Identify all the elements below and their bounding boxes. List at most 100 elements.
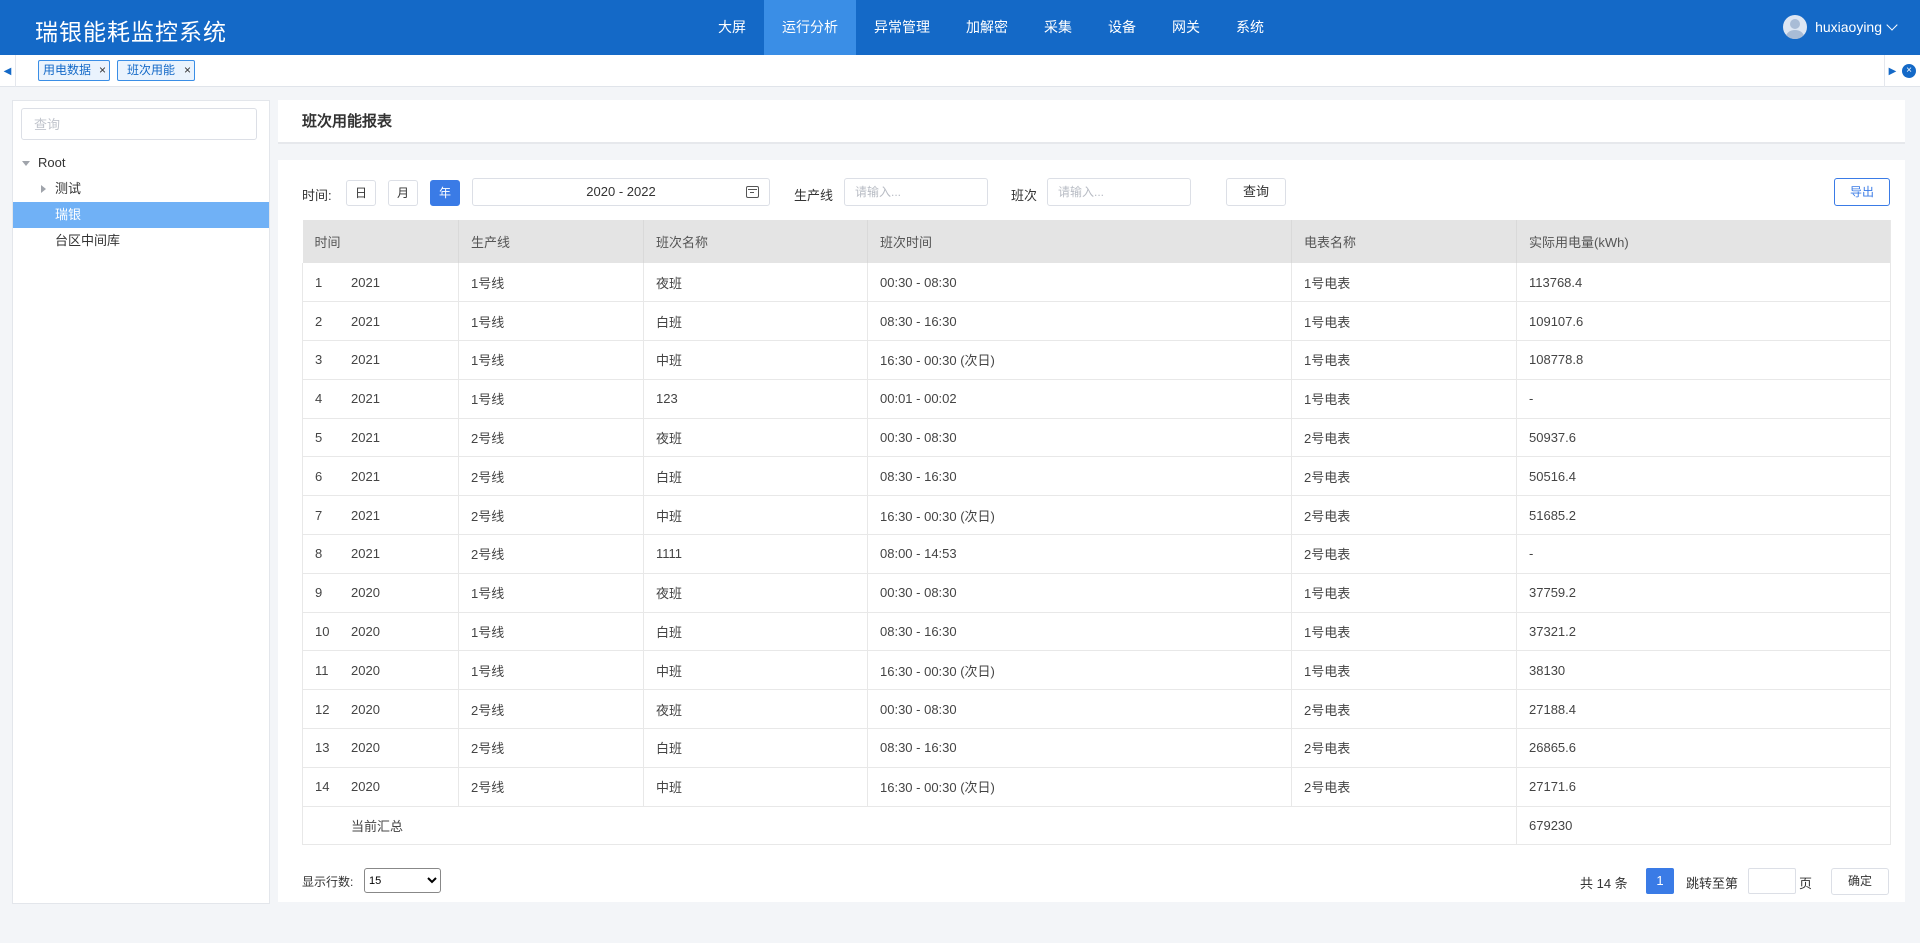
avatar[interactable] bbox=[1783, 15, 1808, 39]
column-header[interactable]: 班次时间 bbox=[867, 220, 1292, 263]
date-range-value[interactable]: 2020 - 2022 bbox=[586, 184, 655, 199]
jump-page-input[interactable] bbox=[1748, 868, 1796, 894]
column-header[interactable]: 生产线 bbox=[458, 220, 644, 263]
page-1-button[interactable]: 1 bbox=[1646, 868, 1674, 894]
cell-shift-time: 16:30 - 00:30 (次日) bbox=[867, 495, 1292, 536]
nav-item-3[interactable]: 加解密 bbox=[948, 0, 1026, 55]
user-menu[interactable]: huxiaoying bbox=[1783, 15, 1898, 39]
row-index: 8 bbox=[315, 546, 323, 562]
calendar-icon[interactable] bbox=[746, 186, 759, 198]
table-row[interactable]: 10 2020 1号线 白班 08:30 - 16:30 1号电表 37321.2 bbox=[302, 612, 1891, 652]
cell-line: 1号线 bbox=[458, 650, 644, 691]
tree-search-input[interactable] bbox=[21, 108, 257, 140]
tab-label[interactable]: 班次用能 bbox=[127, 63, 175, 77]
cell-usage: 38130 bbox=[1516, 650, 1891, 691]
tree-node-label[interactable]: 台区中间库 bbox=[55, 228, 120, 254]
period-day-button[interactable]: 日 bbox=[346, 180, 376, 206]
cell-time: 14 2020 bbox=[302, 767, 459, 807]
table-row[interactable]: 14 2020 2号线 中班 16:30 - 00:30 (次日) 2号电表 27171.6 bbox=[302, 767, 1891, 807]
row-year: 2020 bbox=[351, 624, 380, 640]
tab-scroll-left-icon[interactable]: ◀ bbox=[0, 55, 16, 87]
nav-item-5[interactable]: 设备 bbox=[1090, 0, 1154, 55]
rows-per-page-select[interactable]: 15 bbox=[364, 868, 441, 893]
table-row[interactable]: 8 2021 2号线 1111 08:00 - 14:53 2号电表 - bbox=[302, 534, 1891, 574]
column-header[interactable]: 时间 bbox=[302, 220, 459, 263]
nav-item-0[interactable]: 大屏 bbox=[700, 0, 764, 55]
nav-item-2[interactable]: 异常管理 bbox=[856, 0, 948, 55]
table-row[interactable]: 13 2020 2号线 白班 08:30 - 16:30 2号电表 26865.6 bbox=[302, 728, 1891, 768]
cell-time: 12 2020 bbox=[302, 689, 459, 730]
cell-shift-time: 00:30 - 08:30 bbox=[867, 418, 1292, 458]
column-header[interactable]: 班次名称 bbox=[643, 220, 868, 263]
chevron-down-icon[interactable] bbox=[1886, 19, 1898, 31]
tab-power-data[interactable]: 用电数据 × bbox=[38, 60, 110, 81]
tab-shift-energy[interactable]: 班次用能 × bbox=[117, 60, 195, 81]
tree-node-root[interactable]: Root bbox=[13, 150, 269, 176]
caret-right-icon[interactable] bbox=[41, 185, 46, 193]
cell-line: 1号线 bbox=[458, 379, 644, 419]
cell-meter: 1号电表 bbox=[1291, 301, 1517, 342]
period-month-button[interactable]: 月 bbox=[388, 180, 418, 206]
table-row[interactable]: 1 2021 1号线 夜班 00:30 - 08:30 1号电表 113768.4 bbox=[302, 263, 1891, 303]
row-year: 2020 bbox=[351, 740, 380, 756]
close-all-tabs-icon[interactable]: × bbox=[1902, 64, 1916, 78]
username[interactable]: huxiaoying bbox=[1815, 19, 1882, 35]
close-icon[interactable]: × bbox=[99, 61, 106, 80]
cell-shift: 白班 bbox=[643, 728, 868, 768]
cell-shift: 夜班 bbox=[643, 263, 868, 303]
summary-row: 当前汇总 679230 bbox=[302, 806, 1891, 846]
table-row[interactable]: 12 2020 2号线 夜班 00:30 - 08:30 2号电表 27188.4 bbox=[302, 689, 1891, 730]
cell-shift: 中班 bbox=[643, 767, 868, 807]
table-row[interactable]: 2 2021 1号线 白班 08:30 - 16:30 1号电表 109107.6 bbox=[302, 301, 1891, 342]
nav-item-6[interactable]: 网关 bbox=[1154, 0, 1218, 55]
tab-scroll-right-icon[interactable]: ▶ bbox=[1884, 55, 1900, 87]
cell-time: 8 2021 bbox=[302, 534, 459, 574]
tree-node-middle-db[interactable]: 台区中间库 bbox=[13, 228, 269, 254]
table-row[interactable]: 11 2020 1号线 中班 16:30 - 00:30 (次日) 1号电表 38130 bbox=[302, 650, 1891, 691]
page-title: 班次用能报表 bbox=[302, 113, 393, 130]
cell-shift: 夜班 bbox=[643, 418, 868, 458]
tree-node-label[interactable]: Root bbox=[38, 150, 65, 176]
report-panel: 时间: 日 月 年 2020 - 2022 生产线 班次 查询 导出 时间 生产… bbox=[278, 160, 1905, 902]
total-count: 共 14 条 bbox=[1580, 876, 1628, 891]
date-range-picker[interactable]: 2020 - 2022 bbox=[472, 178, 770, 206]
cell-meter: 1号电表 bbox=[1291, 340, 1517, 380]
cell-shift-time: 08:30 - 16:30 bbox=[867, 301, 1292, 342]
tab-bar: ◀ 用电数据 × 班次用能 × ▶ × bbox=[0, 55, 1920, 87]
nav-item-1[interactable]: 运行分析 bbox=[764, 0, 856, 55]
jump-to-label: 跳转至第 bbox=[1686, 876, 1739, 891]
tree-node-label[interactable]: 测试 bbox=[55, 176, 81, 202]
query-button[interactable]: 查询 bbox=[1226, 178, 1286, 206]
cell-usage: - bbox=[1516, 534, 1891, 574]
export-button[interactable]: 导出 bbox=[1834, 178, 1890, 206]
cell-shift-time: 00:30 - 08:30 bbox=[867, 263, 1292, 303]
column-header[interactable]: 实际用电量(kWh) bbox=[1516, 220, 1891, 263]
table-row[interactable]: 3 2021 1号线 中班 16:30 - 00:30 (次日) 1号电表 108778.8 bbox=[302, 340, 1891, 380]
cell-line: 2号线 bbox=[458, 728, 644, 768]
close-icon[interactable]: × bbox=[184, 61, 191, 80]
line-input[interactable] bbox=[844, 178, 988, 206]
tree-node-test[interactable]: 测试 bbox=[13, 176, 269, 202]
cell-meter: 2号电表 bbox=[1291, 418, 1517, 458]
table-row[interactable]: 7 2021 2号线 中班 16:30 - 00:30 (次日) 2号电表 51685.2 bbox=[302, 495, 1891, 536]
nav-item-4[interactable]: 采集 bbox=[1026, 0, 1090, 55]
confirm-jump-button[interactable]: 确定 bbox=[1831, 868, 1889, 895]
table-row[interactable]: 4 2021 1号线 123 00:01 - 00:02 1号电表 - bbox=[302, 379, 1891, 419]
shift-input[interactable] bbox=[1047, 178, 1191, 206]
period-year-button[interactable]: 年 bbox=[430, 180, 460, 206]
cell-time: 10 2020 bbox=[302, 612, 459, 652]
caret-down-icon[interactable] bbox=[22, 161, 30, 166]
cell-time: 13 2020 bbox=[302, 728, 459, 768]
table-row[interactable]: 5 2021 2号线 夜班 00:30 - 08:30 2号电表 50937.6 bbox=[302, 418, 1891, 458]
nav-item-7[interactable]: 系统 bbox=[1218, 0, 1282, 55]
tab-label[interactable]: 用电数据 bbox=[43, 63, 91, 77]
cell-meter: 2号电表 bbox=[1291, 689, 1517, 730]
cell-time: 11 2020 bbox=[302, 650, 459, 691]
table-row[interactable]: 9 2020 1号线 夜班 00:30 - 08:30 1号电表 37759.2 bbox=[302, 573, 1891, 613]
summary-value: 679230 bbox=[1516, 806, 1891, 846]
page-unit-label: 页 bbox=[1799, 876, 1813, 891]
table-row[interactable]: 6 2021 2号线 白班 08:30 - 16:30 2号电表 50516.4 bbox=[302, 456, 1891, 497]
tree-node-ruiyin[interactable]: 瑞银 bbox=[13, 202, 269, 228]
tree-node-label[interactable]: 瑞银 bbox=[55, 202, 81, 228]
column-header[interactable]: 电表名称 bbox=[1291, 220, 1517, 263]
